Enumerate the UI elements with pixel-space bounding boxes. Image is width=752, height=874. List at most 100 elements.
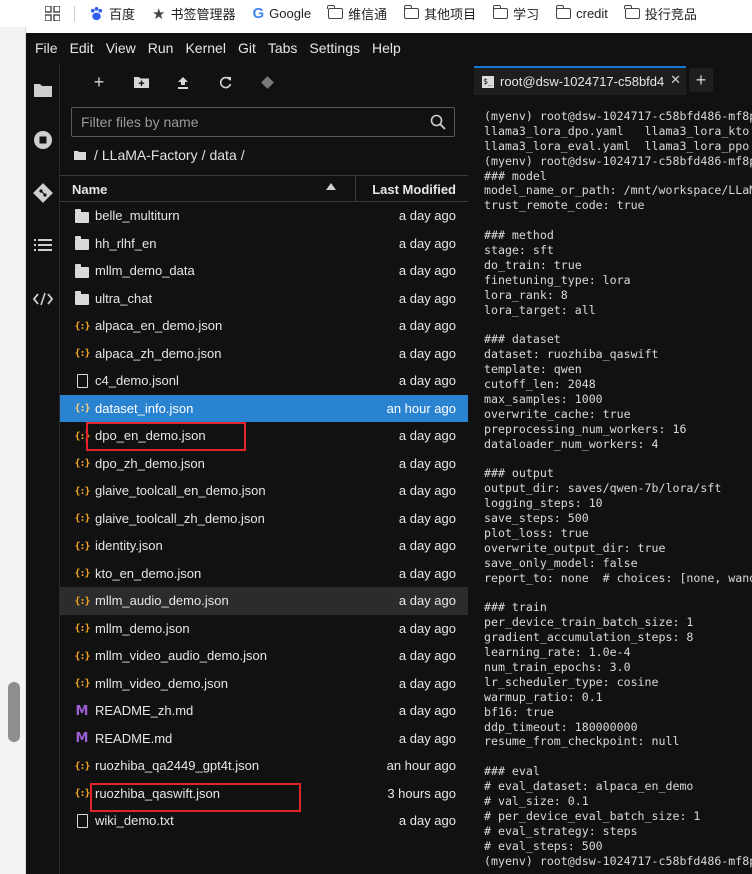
bookmark-folder-study[interactable]: 学习: [492, 0, 539, 27]
file-row[interactable]: {:} mllm_video_demo.json a day ago: [60, 670, 468, 698]
terminal-line: overwrite_cache: true: [484, 406, 631, 421]
file-browser-toolbar: +: [60, 63, 468, 101]
file-name: dataset_info.json: [95, 400, 194, 416]
home-folder-icon[interactable]: [74, 150, 86, 160]
file-row[interactable]: {:} alpaca_en_demo.json a day ago: [60, 312, 468, 340]
file-row[interactable]: ultra_chat a day ago: [60, 285, 468, 313]
file-modified: a day ago: [398, 208, 456, 223]
menu-tabs[interactable]: Tabs: [262, 33, 304, 63]
terminal-icon: $_: [482, 75, 494, 88]
folder-icon: [327, 5, 344, 19]
bookmark-manager[interactable]: ★ 书签管理器: [152, 0, 235, 27]
file-row[interactable]: {:} ruozhiba_qa2449_gpt4t.json an hour ago: [60, 752, 468, 780]
table-of-contents-tab[interactable]: [31, 233, 55, 257]
bookmark-google[interactable]: G Google: [252, 0, 311, 27]
column-header-last-modified[interactable]: Last Modified: [372, 182, 456, 197]
terminal-line: max_samples: 1000: [484, 391, 603, 406]
file-modified: a day ago: [398, 483, 456, 498]
page-scrollbar-thumb[interactable]: [8, 682, 20, 742]
column-header-name[interactable]: Name: [72, 182, 107, 197]
file-row[interactable]: {:} alpaca_zh_demo.json a day ago: [60, 340, 468, 368]
file-row[interactable]: hh_rlhf_en a day ago: [60, 230, 468, 258]
browser-side-strip: [0, 27, 26, 874]
file-row[interactable]: M README_zh.md a day ago: [60, 697, 468, 725]
bookmark-folder-weixintong[interactable]: 维信通: [327, 0, 387, 27]
search-icon: [430, 114, 446, 130]
breadcrumb-separator: /: [201, 147, 206, 163]
file-row[interactable]: {:} kto_en_demo.json a day ago: [60, 560, 468, 588]
file-modified: a day ago: [398, 648, 456, 663]
file-row[interactable]: belle_multiturn a day ago: [60, 202, 468, 230]
menu-edit[interactable]: Edit: [64, 33, 100, 63]
activity-bar: [26, 63, 60, 874]
apps-grid-button[interactable]: [45, 0, 60, 27]
filter-files-input[interactable]: [72, 108, 454, 136]
file-name: README.md: [95, 730, 173, 746]
plus-icon: +: [695, 69, 707, 90]
new-folder-button[interactable]: [120, 68, 162, 96]
terminal-line: ddp_timeout: 180000000: [484, 719, 638, 734]
jupyterlab-app: File Edit View Run Kernel Git Tabs Setti…: [26, 33, 752, 874]
terminal-line: finetuning_type: lora: [484, 272, 631, 287]
file-browser-tab[interactable]: [31, 77, 55, 101]
bookmark-label: 投行竞品: [644, 7, 697, 22]
menu-help[interactable]: Help: [366, 33, 407, 63]
terminal-line: lora_target: all: [484, 302, 596, 317]
file-row[interactable]: {:} glaive_toolcall_en_demo.json a day ago: [60, 477, 468, 505]
file-row[interactable]: {:} mllm_audio_demo.json a day ago: [60, 587, 468, 615]
menu-kernel[interactable]: Kernel: [179, 33, 231, 63]
bookmark-folder-other-projects[interactable]: 其他项目: [403, 0, 476, 27]
code-brackets-icon: [33, 292, 53, 306]
file-row[interactable]: {:} mllm_demo.json a day ago: [60, 615, 468, 643]
menu-bar: File Edit View Run Kernel Git Tabs Setti…: [26, 33, 752, 63]
bookmark-folder-credit[interactable]: credit: [555, 0, 608, 27]
terminal-line: stage: sft: [484, 243, 554, 258]
terminal-line: num_train_epochs: 3.0: [484, 659, 631, 674]
menu-file[interactable]: File: [29, 33, 64, 63]
file-name: glaive_toolcall_zh_demo.json: [95, 510, 265, 526]
git-clone-button[interactable]: [246, 68, 288, 96]
file-row[interactable]: {:} dataset_info.json an hour ago: [60, 394, 468, 422]
bookmark-baidu[interactable]: 百度: [89, 0, 135, 27]
terminal-line: (myenv) root@dsw-1024717-c58bfd486-mf8p: [484, 153, 752, 168]
terminal-line: bf16: true: [484, 704, 554, 719]
running-sessions-tab[interactable]: [31, 128, 55, 152]
breadcrumb-llama-factory[interactable]: LLaMA-Factory: [102, 147, 198, 163]
file-row[interactable]: {:} mllm_video_audio_demo.json a day ago: [60, 642, 468, 670]
close-tab-icon[interactable]: ✕: [670, 72, 681, 88]
terminal-line: ### model: [484, 168, 547, 183]
terminal-output[interactable]: (myenv) root@dsw-1024717-c58bfd486-mf8p l…: [471, 95, 752, 874]
menu-settings[interactable]: Settings: [303, 33, 366, 63]
google-g-icon: G: [252, 5, 265, 22]
menu-git[interactable]: Git: [232, 33, 262, 63]
main-tab-bar: $_ root@dsw-1024717-c58bfd4 ✕ +: [471, 63, 752, 95]
bookmark-folder-ib-competitors[interactable]: 投行竞品: [624, 0, 697, 27]
terminal-tab[interactable]: $_ root@dsw-1024717-c58bfd4 ✕: [474, 66, 686, 95]
terminal-line: dataloader_num_workers: 4: [484, 436, 659, 451]
file-modified: 3 hours ago: [387, 785, 456, 801]
new-tab-button[interactable]: +: [689, 68, 713, 92]
new-launcher-button[interactable]: +: [78, 68, 120, 96]
upload-button[interactable]: [162, 68, 204, 96]
file-row[interactable]: mllm_demo_data a day ago: [60, 257, 468, 285]
terminal-line: logging_steps: 10: [484, 496, 603, 511]
terminal-line: overwrite_output_dir: true: [484, 540, 666, 555]
file-name: ultra_chat: [95, 290, 153, 306]
annotation-box-dataset-info: [86, 422, 246, 451]
file-row[interactable]: {:} dpo_zh_demo.json a day ago: [60, 450, 468, 478]
column-divider[interactable]: [355, 176, 356, 202]
menu-run[interactable]: Run: [142, 33, 180, 63]
terminal-line: # eval_strategy: steps: [484, 823, 638, 838]
file-row[interactable]: c4_demo.jsonl a day ago: [60, 367, 468, 395]
refresh-button[interactable]: [204, 68, 246, 96]
file-row[interactable]: {:} identity.json a day ago: [60, 532, 468, 560]
menu-view[interactable]: View: [100, 33, 142, 63]
file-row[interactable]: {:} glaive_toolcall_zh_demo.json a day ago: [60, 505, 468, 533]
terminal-line: save_only_model: false: [484, 555, 638, 570]
bookmarks-bar: 百度 ★ 书签管理器 G Google 维信通 其他项目 学习 credit 投…: [0, 0, 752, 27]
git-tab[interactable]: [31, 181, 55, 205]
file-row[interactable]: M README.md a day ago: [60, 725, 468, 753]
breadcrumb-data[interactable]: data: [209, 147, 236, 163]
extensions-tab[interactable]: [31, 287, 55, 311]
